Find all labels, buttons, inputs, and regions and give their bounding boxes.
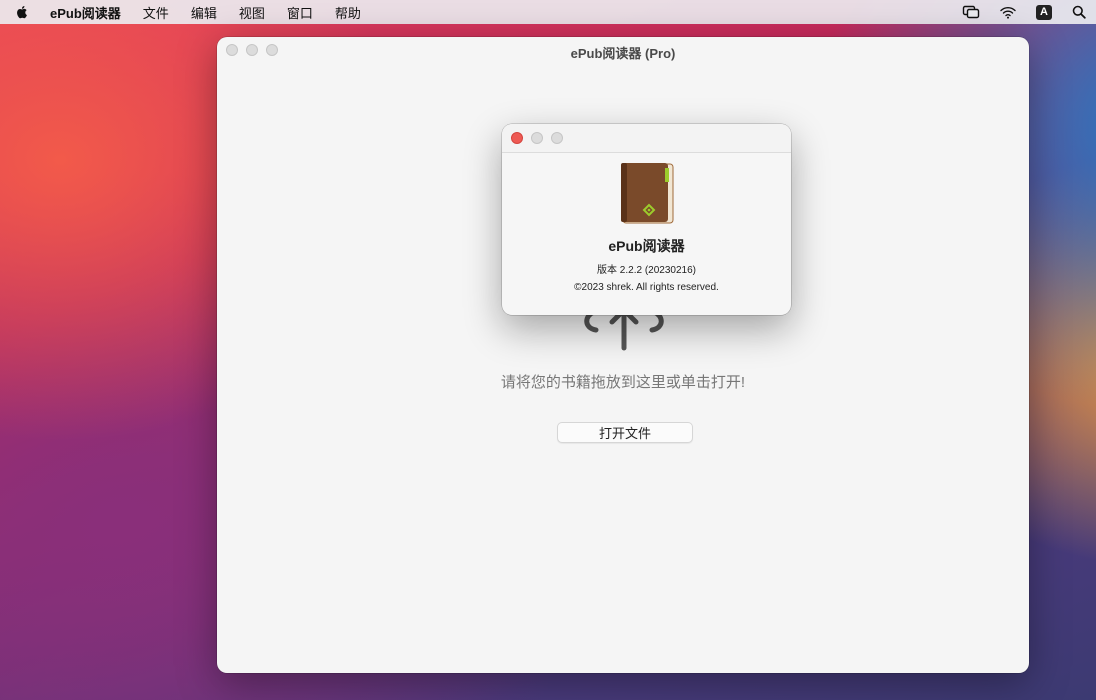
screen-mirroring-icon[interactable]	[962, 5, 980, 19]
main-window-titlebar[interactable]: ePub阅读器 (Pro)	[217, 37, 1029, 65]
about-close-button[interactable]	[511, 132, 523, 144]
about-dialog: ePub阅读器 版本 2.2.2 (20230216) ©2023 shrek.…	[502, 124, 791, 315]
search-icon[interactable]	[1072, 5, 1086, 19]
wifi-icon[interactable]	[1000, 6, 1016, 19]
about-window-controls	[511, 132, 563, 144]
about-zoom-button	[551, 132, 563, 144]
about-app-name: ePub阅读器	[608, 238, 685, 254]
menu-app-name[interactable]: ePub阅读器	[50, 3, 121, 22]
about-minimize-button	[531, 132, 543, 144]
input-source-icon[interactable]: A	[1036, 4, 1052, 20]
menu-edit[interactable]: 编辑	[191, 3, 217, 22]
about-version: 版本 2.2.2 (20230216)	[597, 265, 696, 276]
apple-logo-icon[interactable]	[14, 4, 30, 20]
book-app-icon	[621, 163, 674, 224]
menu-view[interactable]: 视图	[239, 3, 265, 22]
about-dialog-titlebar[interactable]	[502, 124, 791, 153]
open-file-button[interactable]: 打开文件	[557, 422, 693, 443]
menu-help[interactable]: 帮助	[335, 3, 361, 22]
drop-zone-hint[interactable]: 请将您的书籍拖放到这里或单击打开!	[217, 371, 1029, 392]
status-icons: A	[962, 4, 1086, 20]
menu-bar: ePub阅读器 文件 编辑 视图 窗口 帮助 A	[0, 0, 1096, 24]
about-copyright: ©2023 shrek. All rights reserved.	[574, 282, 719, 293]
menu-file[interactable]: 文件	[143, 3, 169, 22]
menu-window[interactable]: 窗口	[287, 3, 313, 22]
window-title: ePub阅读器 (Pro)	[570, 46, 676, 61]
